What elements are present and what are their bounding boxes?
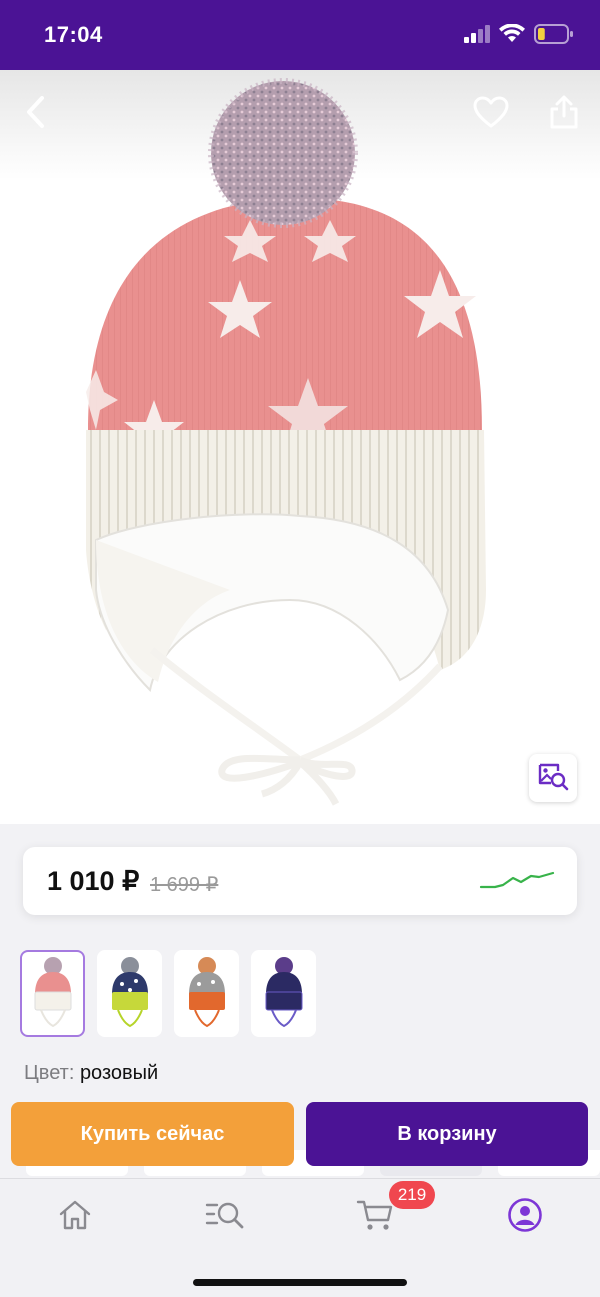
cellular-signal-icon (464, 25, 490, 48)
back-button[interactable] (14, 92, 58, 136)
buy-now-button[interactable]: Купить сейчас (11, 1102, 294, 1166)
variant-thumbnail[interactable] (174, 950, 239, 1037)
catalog-search-icon (205, 1199, 245, 1236)
price-card[interactable]: 1 010 ₽ 1 699 ₽ (23, 847, 577, 915)
variant-thumbnail[interactable] (251, 950, 316, 1037)
color-variants (20, 950, 316, 1037)
status-time: 17:04 (44, 22, 103, 47)
cart-count-badge: 219 (389, 1181, 435, 1209)
status-icons (464, 23, 574, 49)
share-icon (549, 94, 579, 135)
variant-thumbnail[interactable] (97, 950, 162, 1037)
variant-hat-image (188, 956, 225, 1027)
home-indicator (193, 1279, 407, 1286)
image-search-icon (537, 761, 569, 796)
variant-thumbnail[interactable] (20, 950, 85, 1037)
color-label: Цвет: (24, 1062, 75, 1084)
home-icon (58, 1199, 92, 1236)
add-to-cart-button[interactable]: В корзину (306, 1102, 588, 1166)
tab-profile[interactable] (495, 1195, 555, 1239)
heart-icon (473, 96, 509, 133)
variant-hat-image (265, 956, 302, 1027)
variant-hat-image (111, 956, 148, 1027)
profile-icon (507, 1197, 543, 1238)
tab-catalog[interactable] (195, 1195, 255, 1239)
color-value: розовый (79, 1062, 159, 1084)
wifi-icon (499, 23, 525, 49)
variant-hat-image (34, 956, 71, 1027)
battery-icon (534, 24, 574, 49)
product-photo-hat (86, 78, 486, 806)
product-image[interactable] (0, 70, 600, 824)
color-info: Цвет: розовый (24, 1062, 158, 1085)
cart-icon (356, 1198, 394, 1237)
tab-home[interactable] (45, 1195, 105, 1239)
status-bar: 17:04 (0, 0, 600, 70)
price-history-chart-icon[interactable] (479, 867, 555, 898)
current-price: 1 010 ₽ (47, 866, 140, 896)
chevron-left-icon (25, 95, 47, 134)
old-price: 1 699 ₽ (150, 874, 219, 896)
image-search-button[interactable] (529, 754, 577, 802)
favorite-button[interactable] (469, 92, 513, 136)
share-button[interactable] (542, 92, 586, 136)
